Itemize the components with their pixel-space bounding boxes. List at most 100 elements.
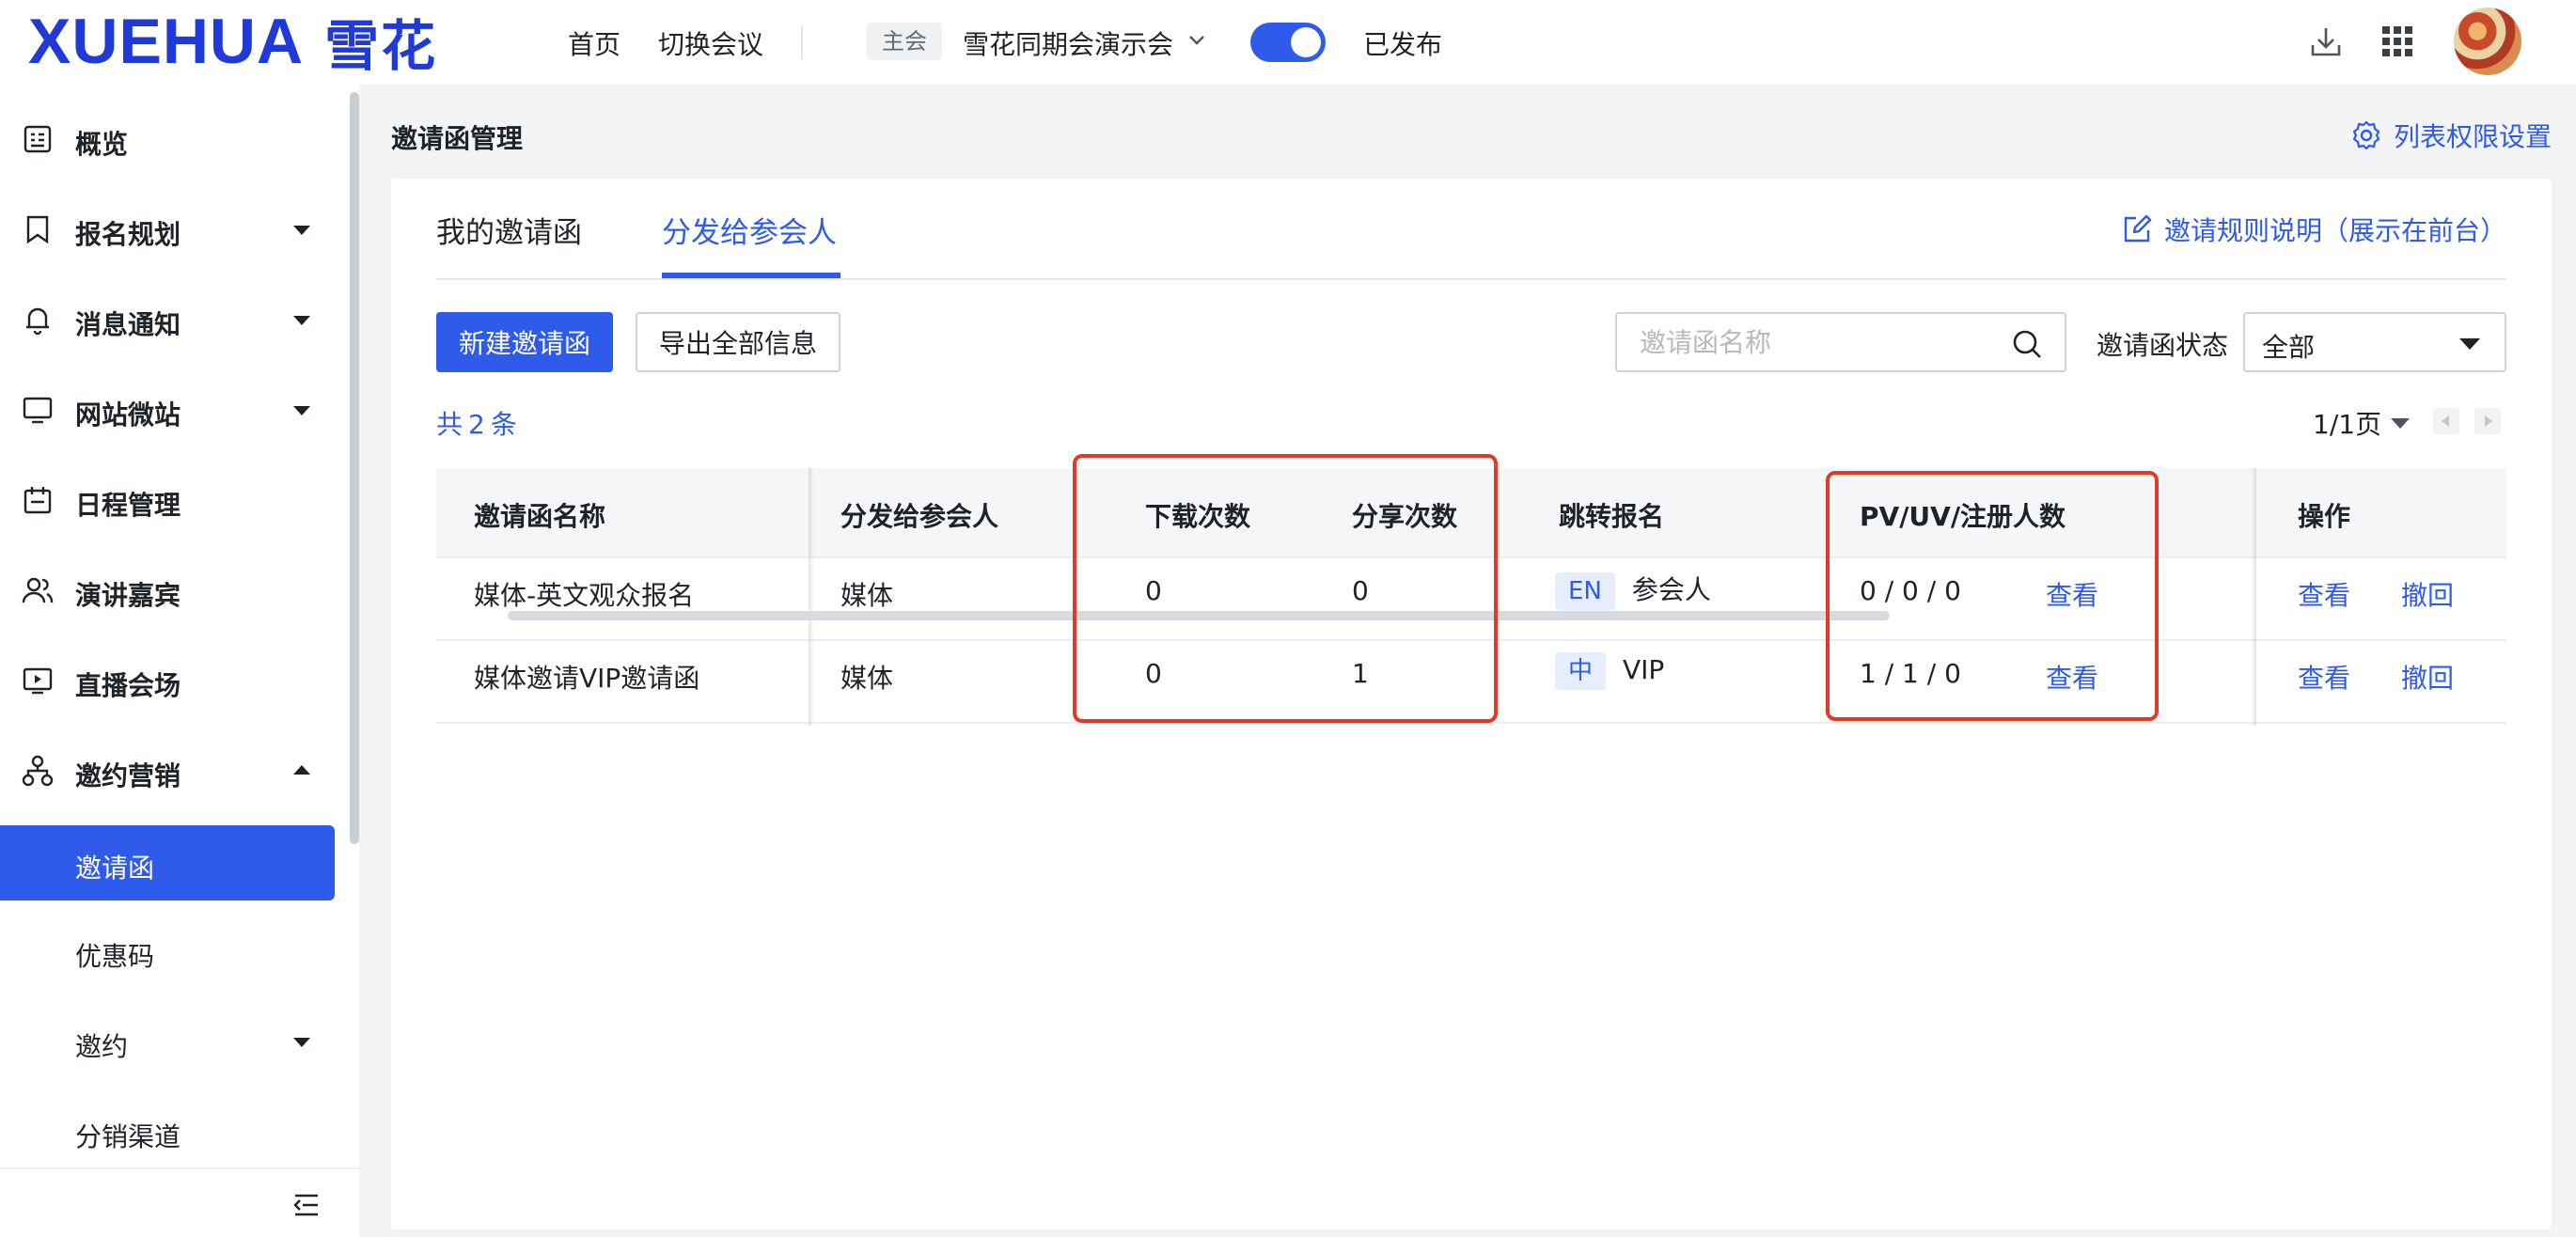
- sidebar-item-label: 邀请函: [75, 853, 155, 884]
- gear-icon: [2352, 120, 2380, 150]
- caret-down-icon: [293, 226, 310, 235]
- total-suffix: 条: [490, 409, 517, 440]
- cell-pv-uv: 0 / 0 / 0: [1860, 575, 1961, 606]
- page-title: 邀请函管理: [391, 123, 524, 154]
- sidebar-item-label: 报名规划: [75, 219, 181, 250]
- nav-divider: [801, 25, 803, 59]
- sidebar-item-overview[interactable]: 概览: [0, 102, 335, 177]
- sidebar-item-label: 邀约营销: [75, 760, 181, 791]
- language-tag: EN: [1555, 572, 1615, 610]
- sidebar-scrollbar[interactable]: [350, 92, 359, 844]
- apps-grid-icon[interactable]: [2379, 23, 2416, 60]
- download-icon[interactable]: [2307, 23, 2345, 60]
- network-icon: [22, 755, 54, 787]
- list-permission-label: 列表权限设置: [2394, 121, 2552, 152]
- tab-active-indicator: [662, 273, 840, 278]
- sidebar-subitem-invite[interactable]: 邀约: [0, 1004, 335, 1079]
- logo[interactable]: XUEHUA 雪花: [28, 6, 437, 78]
- user-avatar[interactable]: [2454, 8, 2521, 75]
- top-bar: XUEHUA 雪花 首页 切换会议 主会 雪花同期会演示会 已发布: [0, 0, 2576, 85]
- row-divider: [436, 722, 2506, 724]
- users-icon: [22, 577, 54, 603]
- sidebar-item-notifications[interactable]: 消息通知: [0, 282, 335, 357]
- new-invitation-button[interactable]: 新建邀请函: [436, 312, 613, 372]
- sidebar-subitem-distribution[interactable]: 分销渠道: [0, 1094, 335, 1169]
- cell-pv-uv: 1 / 1 / 0: [1860, 658, 1961, 689]
- sidebar-divider: [0, 1167, 359, 1169]
- sidebar-subitem-invitation[interactable]: 邀请函: [0, 825, 335, 900]
- revoke-link[interactable]: 撤回: [2401, 658, 2454, 696]
- total-number: 2: [468, 409, 485, 440]
- language-tag: 中: [1555, 652, 1607, 690]
- view-link[interactable]: 查看: [2298, 575, 2350, 613]
- column-header: 分发给参会人: [840, 501, 999, 532]
- sidebar-item-schedule[interactable]: 日程管理: [0, 462, 335, 538]
- sidebar-item-invite-marketing[interactable]: 邀约营销: [0, 733, 335, 808]
- revoke-link[interactable]: 撤回: [2401, 575, 2454, 613]
- sidebar: 概览 报名规划 消息通知 网站微站 日程管理 演讲嘉宾 直播会场 邀约营销 邀请…: [0, 85, 359, 1237]
- publish-toggle[interactable]: [1250, 23, 1326, 62]
- sidebar-subitem-coupon[interactable]: 优惠码: [0, 914, 335, 989]
- cell-invitation-name: 媒体-英文观众报名: [474, 580, 695, 611]
- column-header: 操作: [2298, 501, 2351, 532]
- next-page-button[interactable]: [2474, 408, 2501, 434]
- cell-redirect: EN 参会人: [1555, 570, 1711, 610]
- caret-down-icon: [293, 1038, 310, 1047]
- sidebar-item-live[interactable]: 直播会场: [0, 643, 335, 718]
- sidebar-item-registration[interactable]: 报名规划: [0, 192, 335, 267]
- invite-rules-link[interactable]: 邀请规则说明（展示在前台）: [2121, 211, 2506, 248]
- invitation-table: 邀请函名称 分发给参会人 下载次数 分享次数 跳转报名 PV/UV/注册人数 操…: [436, 468, 2506, 726]
- status-filter-value: 全部: [2262, 332, 2316, 363]
- export-all-button[interactable]: 导出全部信息: [636, 312, 840, 372]
- chevron-down-icon[interactable]: [1186, 30, 1207, 51]
- calendar-icon: [24, 487, 52, 514]
- caret-down-icon: [293, 406, 310, 415]
- cell-downloads: 0: [1145, 658, 1162, 689]
- tab-distributed-to-attendees[interactable]: 分发给参会人: [662, 209, 837, 251]
- sidebar-item-label: 优惠码: [75, 941, 155, 972]
- caret-down-icon: [2459, 338, 2480, 350]
- caret-down-icon: [293, 316, 310, 325]
- total-prefix: 共: [436, 409, 463, 440]
- bell-icon: [26, 307, 49, 336]
- list-permission-link[interactable]: 列表权限设置: [2350, 117, 2552, 154]
- table-horizontal-scrollbar[interactable]: [508, 611, 1890, 620]
- cell-shares: 0: [1352, 575, 1369, 606]
- search-icon[interactable]: [2010, 327, 2044, 361]
- edit-icon: [2124, 214, 2152, 243]
- pv-uv-view-link[interactable]: 查看: [2046, 658, 2098, 696]
- column-header: 分享次数: [1352, 501, 1458, 532]
- column-header: 邀请函名称: [474, 501, 606, 532]
- page-selector[interactable]: 1/1页: [2313, 404, 2411, 442]
- overview-icon: [24, 125, 52, 153]
- tabs-divider: [436, 278, 2506, 280]
- sidebar-item-website[interactable]: 网站微站: [0, 372, 335, 447]
- collapse-menu-icon[interactable]: [290, 1188, 323, 1222]
- nav-home-link[interactable]: 首页: [568, 24, 620, 62]
- cell-redirect: 中 VIP: [1555, 652, 1664, 690]
- sidebar-item-speakers[interactable]: 演讲嘉宾: [0, 553, 335, 628]
- redirect-target: VIP: [1623, 654, 1665, 685]
- status-filter-label: 邀请函状态: [2097, 330, 2229, 361]
- sidebar-item-label: 邀约: [75, 1031, 129, 1062]
- sidebar-item-label: 消息通知: [75, 309, 181, 340]
- sidebar-item-label: 网站微站: [75, 399, 181, 431]
- search-box: [1615, 312, 2066, 372]
- invite-rules-label: 邀请规则说明（展示在前台）: [2164, 215, 2507, 246]
- cell-invitation-name: 媒体邀请VIP邀请函: [474, 663, 700, 694]
- caret-up-icon: [293, 765, 310, 775]
- status-filter-select[interactable]: 全部: [2243, 312, 2506, 372]
- redirect-target: 参会人: [1631, 574, 1711, 605]
- logo-text-cn: 雪花: [324, 14, 438, 78]
- pv-uv-view-link[interactable]: 查看: [2046, 575, 2098, 613]
- view-link[interactable]: 查看: [2298, 658, 2350, 696]
- prev-page-button[interactable]: [2433, 408, 2459, 434]
- sidebar-item-label: 日程管理: [75, 490, 181, 521]
- sidebar-item-label: 分销渠道: [75, 1121, 181, 1152]
- invitation-name-search-input[interactable]: [1640, 323, 1997, 361]
- event-name-select[interactable]: 雪花同期会演示会: [963, 24, 1173, 62]
- publish-status-text: 已发布: [1363, 29, 1443, 60]
- nav-switch-meeting-link[interactable]: 切换会议: [658, 24, 763, 62]
- sidebar-item-label: 概览: [75, 129, 129, 160]
- tab-my-invitations[interactable]: 我的邀请函: [436, 209, 582, 251]
